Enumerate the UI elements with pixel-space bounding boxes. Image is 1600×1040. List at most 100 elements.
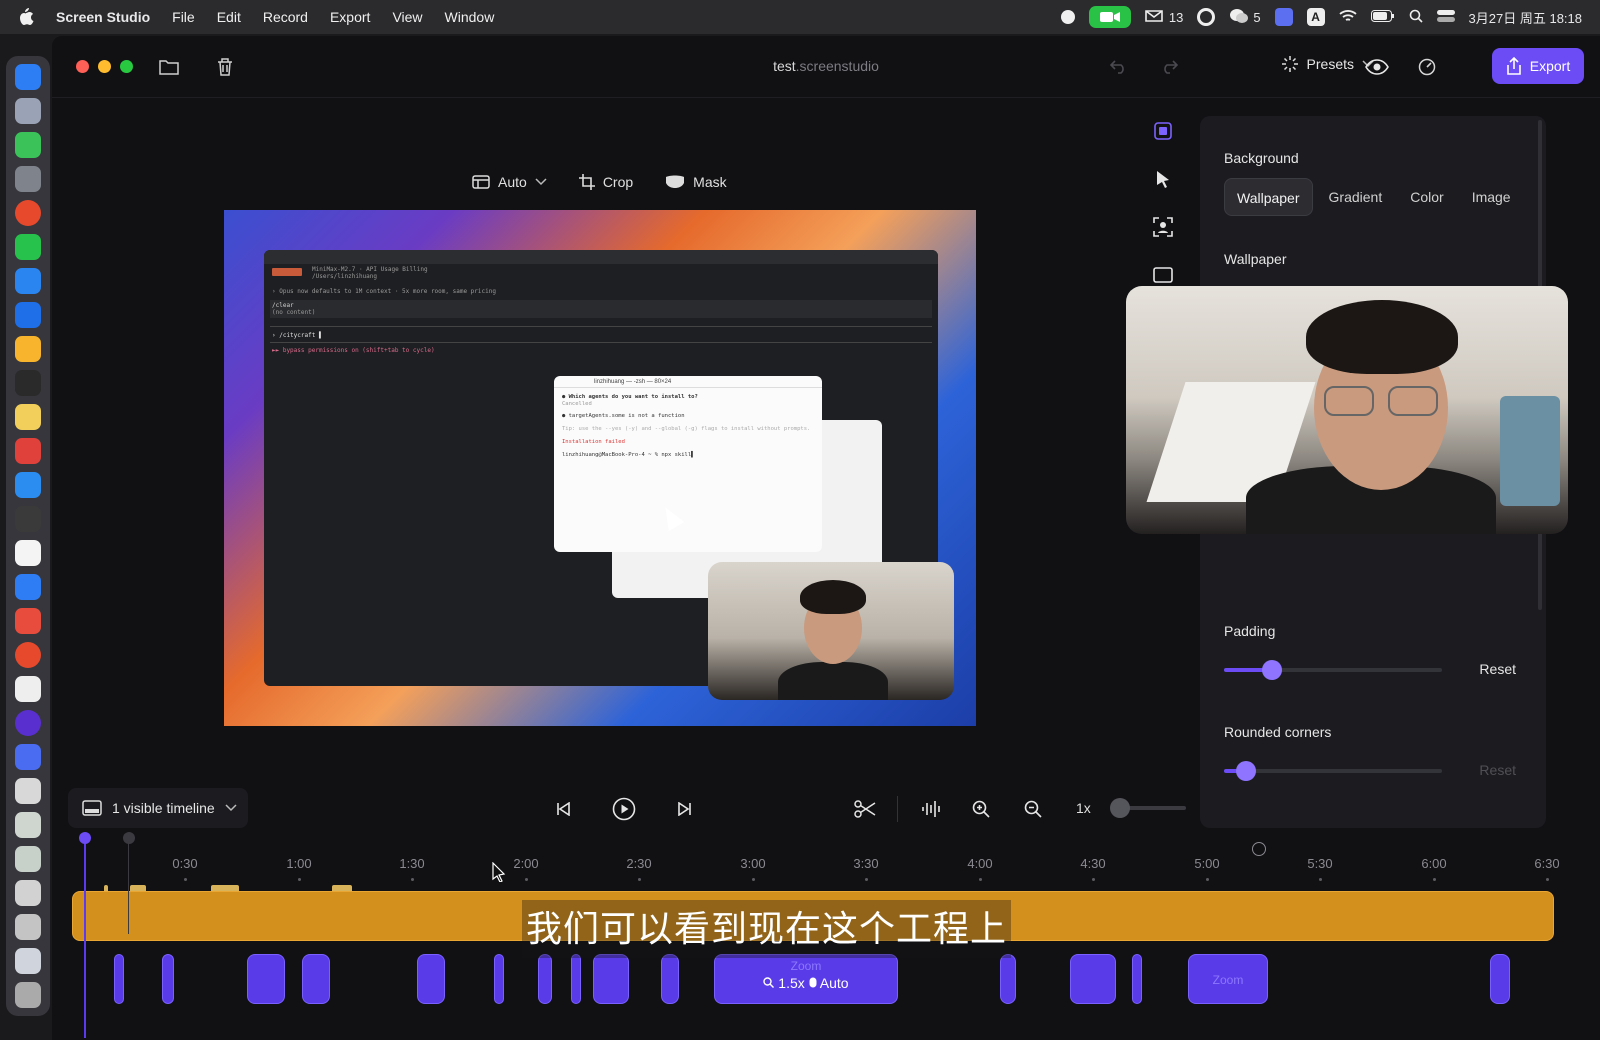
wps-icon[interactable]	[15, 438, 41, 464]
file-thumbnail-icon[interactable]	[15, 880, 41, 906]
speed-slider-knob[interactable]	[1110, 798, 1130, 818]
typora-icon[interactable]	[15, 540, 41, 566]
redo-button[interactable]	[1156, 54, 1182, 80]
zoom-segment-selected[interactable]: Zoom 1.5x Auto	[714, 954, 898, 1004]
launchpad-icon[interactable]	[15, 98, 41, 124]
skip-forward-button[interactable]	[672, 796, 698, 822]
audio-waveform-button[interactable]	[918, 796, 944, 822]
menu-view[interactable]: View	[392, 9, 422, 25]
webcam-overlay-small[interactable]	[708, 562, 954, 700]
screen-studio-tray-icon[interactable]	[1197, 8, 1216, 26]
file-thumbnail-icon[interactable]	[15, 948, 41, 974]
messages-icon[interactable]	[15, 132, 41, 158]
captions-tab[interactable]	[1152, 264, 1174, 286]
zoom-segment[interactable]	[1490, 954, 1510, 1004]
pause-marker-icon[interactable]	[1252, 842, 1266, 856]
zoom-segment[interactable]	[538, 954, 552, 1004]
menu-window[interactable]: Window	[445, 9, 495, 25]
cursor-tab[interactable]	[1152, 168, 1174, 190]
zoom-segment[interactable]	[114, 954, 124, 1004]
visible-timeline-dropdown[interactable]: 1 visible timeline	[68, 788, 248, 828]
qq-icon[interactable]	[15, 472, 41, 498]
corners-reset-button[interactable]: Reset	[1479, 762, 1516, 778]
zoom-segment[interactable]	[1132, 954, 1142, 1004]
zoom-segment[interactable]	[661, 954, 679, 1004]
zoom-segment[interactable]	[162, 954, 174, 1004]
bg-option-color[interactable]: Color	[1398, 178, 1455, 216]
input-method-icon[interactable]: A	[1306, 8, 1325, 26]
bg-option-image[interactable]: Image	[1460, 178, 1523, 216]
zoom-segment[interactable]	[417, 954, 445, 1004]
crop-button[interactable]: Crop	[578, 174, 633, 190]
lark-icon[interactable]	[15, 574, 41, 600]
export-button[interactable]: Export	[1492, 48, 1584, 84]
system-settings-icon[interactable]	[15, 166, 41, 192]
mask-button[interactable]: Mask	[665, 174, 727, 190]
zoom-segment[interactable]	[571, 954, 581, 1004]
record-status-icon[interactable]	[1060, 10, 1075, 24]
bg-option-wallpaper[interactable]: Wallpaper	[1224, 178, 1313, 216]
trash-dock-icon[interactable]	[15, 982, 41, 1008]
figma-icon[interactable]	[15, 608, 41, 634]
zoom-out-button[interactable]	[1020, 796, 1046, 822]
cursor-app-icon[interactable]	[15, 506, 41, 532]
padding-slider-knob[interactable]	[1262, 660, 1282, 680]
play-button[interactable]	[611, 796, 637, 822]
bg-option-gradient[interactable]: Gradient	[1317, 178, 1395, 216]
chart-app-icon[interactable]	[1274, 8, 1293, 26]
control-center-icon[interactable]	[1436, 9, 1455, 26]
zoom-segment[interactable]	[1000, 954, 1016, 1004]
rounded-corners-slider[interactable]	[1224, 761, 1442, 781]
background-tab[interactable]	[1152, 120, 1174, 142]
camera-tab[interactable]	[1152, 216, 1174, 238]
terminal-icon[interactable]	[15, 370, 41, 396]
wechat-icon[interactable]	[1229, 8, 1249, 26]
presets-dropdown[interactable]: Presets	[1281, 55, 1374, 73]
screen-studio-dock-icon[interactable]	[15, 744, 41, 770]
preview-button[interactable]	[1364, 54, 1390, 80]
webcam-overlay-large[interactable]	[1126, 286, 1568, 534]
file-thumbnail-icon[interactable]	[15, 812, 41, 838]
chrome-icon[interactable]	[15, 200, 41, 226]
zoom-segment[interactable]	[247, 954, 285, 1004]
file-thumbnail-icon[interactable]	[15, 778, 41, 804]
mail-icon[interactable]	[1145, 8, 1163, 26]
finder-icon[interactable]	[15, 64, 41, 90]
layout-dropdown[interactable]: Auto	[472, 174, 547, 190]
split-button[interactable]	[852, 796, 878, 822]
wifi-icon[interactable]	[1338, 9, 1357, 26]
mail-dock-icon[interactable]	[15, 302, 41, 328]
playback-speed-label[interactable]: 1x	[1076, 800, 1091, 816]
app-menu-name[interactable]: Screen Studio	[56, 9, 150, 25]
zoom-segment-faint[interactable]: Zoom	[1188, 954, 1268, 1004]
file-thumbnail-icon[interactable]	[15, 846, 41, 872]
chrome-canary-icon[interactable]	[15, 642, 41, 668]
wechat-dock-icon[interactable]	[15, 234, 41, 260]
zoom-segment[interactable]	[593, 954, 629, 1004]
safari-icon[interactable]	[15, 268, 41, 294]
facetime-camera-icon[interactable]	[1088, 6, 1131, 28]
secondary-playhead-knob[interactable]	[123, 832, 135, 844]
notes-icon[interactable]	[15, 404, 41, 430]
corners-slider-knob[interactable]	[1236, 761, 1256, 781]
menu-edit[interactable]: Edit	[217, 9, 241, 25]
menubar-datetime[interactable]: 3月27日 周五 18:18	[1469, 8, 1582, 27]
spotlight-search-icon[interactable]	[1409, 9, 1423, 26]
apple-icon[interactable]	[18, 8, 34, 26]
bolt-app-icon[interactable]	[15, 336, 41, 362]
zoom-in-button[interactable]	[968, 796, 994, 822]
zoom-segment[interactable]	[1070, 954, 1116, 1004]
menu-record[interactable]: Record	[263, 9, 308, 25]
video-preview-canvas[interactable]: MiniMax-M2.7 · API Usage Billing /Users/…	[224, 210, 976, 726]
playhead-knob[interactable]	[79, 832, 91, 844]
performance-button[interactable]	[1414, 54, 1440, 80]
capcut-icon[interactable]	[15, 676, 41, 702]
file-thumbnail-icon[interactable]	[15, 914, 41, 940]
padding-slider[interactable]	[1224, 660, 1442, 680]
obs-icon[interactable]	[15, 710, 41, 736]
zoom-segment[interactable]	[302, 954, 330, 1004]
padding-reset-button[interactable]: Reset	[1479, 661, 1516, 677]
menu-file[interactable]: File	[172, 9, 195, 25]
battery-icon[interactable]	[1370, 9, 1395, 25]
skip-back-button[interactable]	[550, 796, 576, 822]
